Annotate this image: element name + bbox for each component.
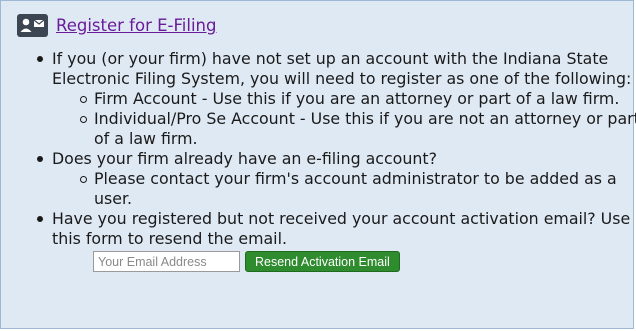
resend-activation-email-button[interactable]: Resend Activation Email bbox=[245, 251, 400, 272]
list-item-existing-account: Does your firm already have an e-filing … bbox=[37, 149, 636, 209]
list-item-text: Have you registered but not received you… bbox=[52, 209, 631, 248]
sub-item-firm-account: Firm Account - Use this if you are an at… bbox=[80, 89, 636, 109]
register-panel: Register for E-Filing If you (or your fi… bbox=[0, 0, 636, 329]
sub-item-contact-admin: Please contact your firm's account admin… bbox=[80, 169, 636, 209]
list-item-text: Does your firm already have an e-filing … bbox=[52, 149, 437, 168]
existing-account-list: Please contact your firm's account admin… bbox=[52, 169, 636, 209]
sub-item-individual-account: Individual/Pro Se Account - Use this if … bbox=[80, 109, 636, 149]
resend-form: Resend Activation Email bbox=[93, 251, 636, 272]
info-list: If you (or your firm) have not set up an… bbox=[31, 49, 636, 272]
panel-header: Register for E-Filing bbox=[17, 14, 216, 37]
contact-card-icon bbox=[17, 14, 48, 37]
account-type-list: Firm Account - Use this if you are an at… bbox=[52, 89, 636, 149]
list-item-register-options: If you (or your firm) have not set up an… bbox=[37, 49, 636, 149]
list-item-resend-activation: Have you registered but not received you… bbox=[37, 209, 636, 272]
email-address-input[interactable] bbox=[93, 251, 240, 272]
list-item-text: If you (or your firm) have not set up an… bbox=[52, 49, 632, 88]
register-for-efiling-link[interactable]: Register for E-Filing bbox=[56, 16, 216, 35]
